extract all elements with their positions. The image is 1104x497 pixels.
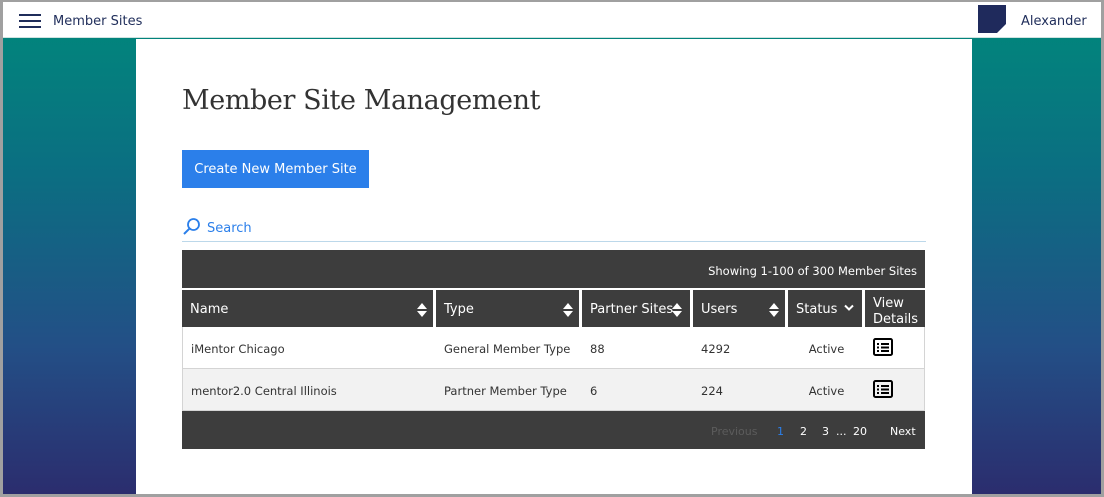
- sort-icon: [672, 303, 682, 317]
- pagination-next[interactable]: Next: [890, 425, 916, 438]
- page-title: Member Site Management: [182, 85, 541, 116]
- cell-type: General Member Type: [444, 342, 571, 356]
- chevron-down-icon: [844, 304, 854, 311]
- table-row[interactable]: mentor2.0 Central Illinois Partner Membe…: [182, 369, 925, 411]
- cell-status: Active: [808, 342, 845, 356]
- pagination-previous: Previous: [711, 425, 758, 438]
- create-member-site-button[interactable]: Create New Member Site: [182, 150, 369, 188]
- column-header-label: Status: [796, 302, 838, 317]
- app-title: Member Sites: [53, 14, 143, 29]
- cell-name: mentor2.0 Central Illinois: [191, 384, 337, 398]
- column-header-label: Partner Sites: [590, 302, 674, 317]
- sort-icon: [417, 303, 427, 317]
- cell-type: Partner Member Type: [444, 384, 567, 398]
- column-header-partner-sites[interactable]: Partner Sites: [582, 290, 693, 327]
- main-content-panel: Member Site Management Create New Member…: [136, 39, 972, 494]
- pagination-page-1[interactable]: 1: [777, 425, 784, 438]
- member-sites-table: Showing 1-100 of 300 Member Sites Name T…: [182, 250, 925, 449]
- cell-status: Active: [808, 384, 845, 398]
- user-name[interactable]: Alexander: [1021, 14, 1087, 29]
- sort-icon: [563, 303, 573, 317]
- results-count: Showing 1-100 of 300 Member Sites: [182, 250, 925, 288]
- pagination-page-2[interactable]: 2: [800, 425, 807, 438]
- cell-partner-sites: 6: [590, 384, 598, 398]
- cell-users: 224: [701, 384, 723, 398]
- pagination-ellipsis: ...: [836, 425, 847, 438]
- cell-users: 4292: [701, 342, 731, 356]
- column-header-label: Name: [190, 302, 229, 317]
- view-details-icon[interactable]: [873, 380, 893, 398]
- cell-view-details: [865, 327, 924, 368]
- pagination: Previous 1 2 3 ... 20 Next: [182, 411, 925, 449]
- column-header-users[interactable]: Users: [693, 290, 788, 327]
- user-avatar-icon[interactable]: [978, 5, 1006, 33]
- column-header-name[interactable]: Name: [182, 290, 436, 327]
- column-header-status[interactable]: Status: [788, 290, 865, 327]
- cell-partner-sites: 88: [590, 342, 605, 356]
- top-nav-bar: Member Sites Alexander: [3, 2, 1101, 38]
- search-icon: [183, 218, 200, 235]
- table-header: Name Type Partner Sites Users Status Vie…: [182, 288, 925, 327]
- cell-view-details: [865, 369, 924, 410]
- view-details-icon[interactable]: [873, 338, 893, 356]
- search-field[interactable]: Search: [182, 217, 926, 242]
- pagination-last-page[interactable]: 20: [853, 425, 867, 438]
- pagination-page-3[interactable]: 3: [822, 425, 829, 438]
- column-header-label: View Details: [873, 296, 919, 327]
- column-header-label: Users: [701, 302, 738, 317]
- cell-name: iMentor Chicago: [191, 342, 285, 356]
- app-window: Member Sites Alexander Member Site Manag…: [3, 2, 1101, 494]
- column-header-view-details: View Details: [865, 290, 925, 327]
- hamburger-menu-icon[interactable]: [19, 14, 41, 28]
- search-label: Search: [207, 221, 252, 236]
- sort-icon: [769, 303, 779, 317]
- column-header-label: Type: [444, 302, 474, 317]
- column-header-type[interactable]: Type: [436, 290, 582, 327]
- table-row[interactable]: iMentor Chicago General Member Type 88 4…: [182, 327, 925, 369]
